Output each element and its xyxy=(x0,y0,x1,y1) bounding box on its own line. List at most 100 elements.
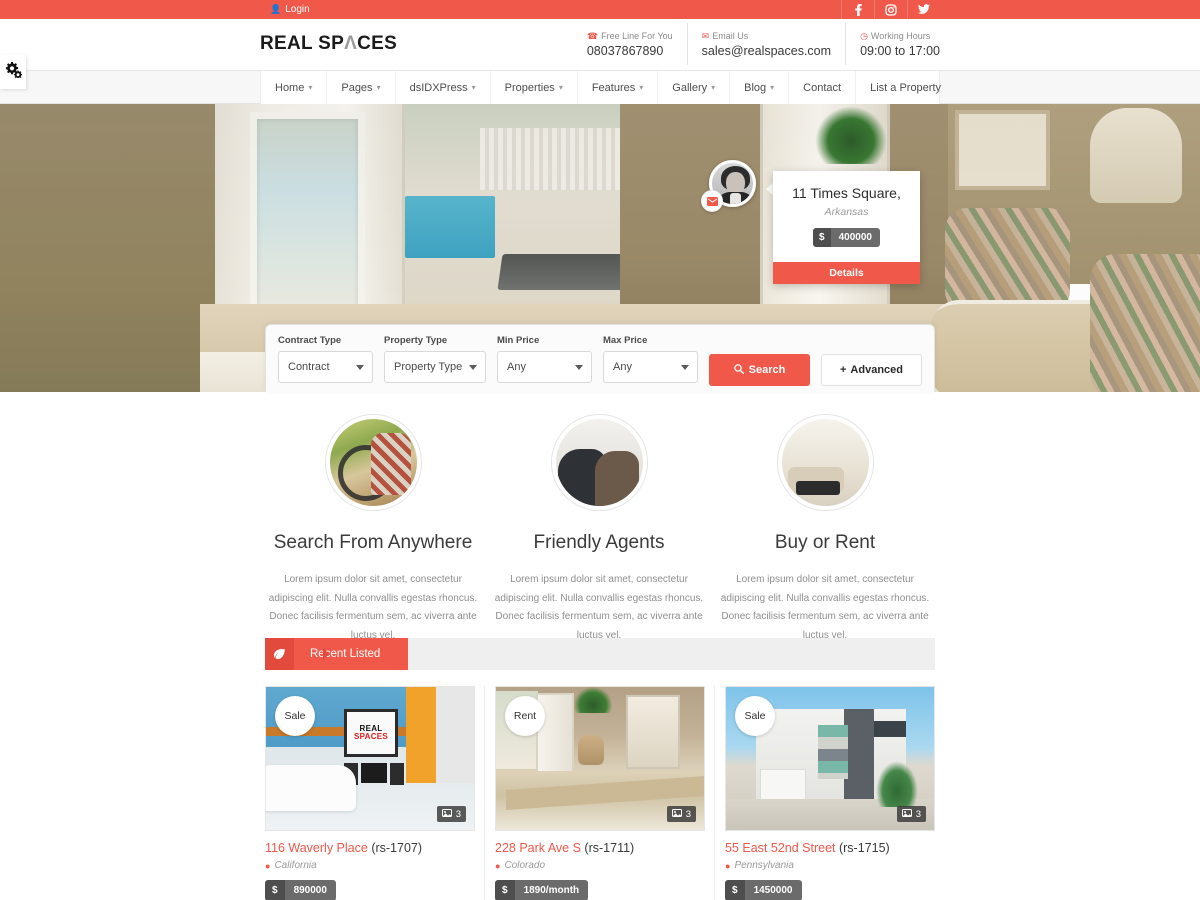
chevron-down-icon xyxy=(681,365,689,370)
listing-body: 116 Waverly Place (rs-1707) ● California… xyxy=(265,831,475,900)
max-price-select[interactable]: Any xyxy=(603,351,698,383)
listing-price-value: 890000 xyxy=(284,880,336,900)
photo-count-value: 3 xyxy=(915,808,921,820)
gears-icon xyxy=(5,61,22,83)
bedroom-patio-photo[interactable]: Rent 3 xyxy=(495,686,705,831)
search-icon xyxy=(733,363,744,377)
search-field-min-price: Min Price Any xyxy=(497,335,592,383)
feature-text-1: Lorem ipsum dolor sit amet, consectetur … xyxy=(268,574,478,641)
listing-title-link[interactable]: 55 East 52nd Street xyxy=(725,841,836,855)
search-field-max-price: Max Price Any xyxy=(603,335,698,383)
listing-title: 55 East 52nd Street (rs-1715) xyxy=(725,841,935,855)
property-type-value: Property Type xyxy=(394,361,463,373)
modern-house-exterior-photo[interactable]: Sale 3 xyxy=(725,686,935,831)
logo-chevron-icon: Λ xyxy=(344,33,358,54)
contract-type-select[interactable]: Contract xyxy=(278,351,373,383)
listing-title-link[interactable]: 228 Park Ave S xyxy=(495,841,581,855)
twitter-icon[interactable] xyxy=(907,0,940,19)
advanced-button-label: Advanced xyxy=(850,364,903,376)
listing-photo-count: 3 xyxy=(896,806,926,822)
advanced-search-button[interactable]: + Advanced xyxy=(820,354,922,386)
contact-phone-value: 08037867890 xyxy=(586,43,664,58)
recent-listed-label-wrap: Recent Listed xyxy=(294,638,409,670)
facebook-icon[interactable] xyxy=(841,0,874,19)
nav-item-pages[interactable]: Pages ▾ xyxy=(327,71,396,104)
property-type-label: Property Type xyxy=(384,335,448,346)
hero-property-location: Arkansas xyxy=(824,206,869,218)
property-type-select[interactable]: Property Type xyxy=(384,351,486,383)
listing-location: ● California xyxy=(265,860,475,871)
nav-item-gallery[interactable]: Gallery ▾ xyxy=(658,71,731,104)
search-field-property-type: Property Type Property Type xyxy=(384,335,486,383)
listing-card: REAL SPACES Sale 3 116 Waverly Place (rs… xyxy=(265,686,485,900)
property-search-bar: Contract Type Contract Property Type Pro… xyxy=(265,324,935,392)
hero-property-card-body: 11 Times Square, Arkansas $ 400000 xyxy=(773,171,920,247)
contact-email-value[interactable]: sales@realspaces.com xyxy=(702,44,831,58)
listing-code: (rs-1715) xyxy=(838,841,890,855)
nav-item-features[interactable]: Features ▾ xyxy=(578,71,659,104)
leaf-icon xyxy=(265,638,294,670)
nav-item-list-a-property[interactable]: List a Property xyxy=(856,71,955,104)
listing-divider xyxy=(714,686,715,900)
listing-price: $ 1890/month xyxy=(495,880,589,900)
feature-friendly-agents: Friendly Agents Lorem ipsum dolor sit am… xyxy=(486,415,712,645)
feature-text-2: Lorem ipsum dolor sit amet, consectetur … xyxy=(494,574,704,641)
contact-hours-label-row: ◷ Working Hours xyxy=(860,31,940,42)
min-price-value: Any xyxy=(507,361,526,373)
blue-living-room-photo[interactable]: REAL SPACES Sale 3 xyxy=(265,686,475,831)
min-price-select[interactable]: Any xyxy=(497,351,592,383)
chevron-down-icon: ▾ xyxy=(308,83,313,92)
envelope-badge-icon[interactable] xyxy=(701,190,723,212)
settings-panel-toggle[interactable] xyxy=(0,55,26,89)
photo-count-value: 3 xyxy=(685,808,691,820)
nav-item-home[interactable]: Home ▾ xyxy=(261,71,328,104)
feature-buy-or-rent: Buy or Rent Lorem ipsum dolor sit amet, … xyxy=(712,415,938,645)
nav-item-dsidxpress[interactable]: dsIDXPress ▾ xyxy=(396,71,491,104)
photo-icon xyxy=(901,808,912,820)
hero-details-button[interactable]: Details xyxy=(773,262,920,284)
photo-count-value: 3 xyxy=(455,808,461,820)
search-button-label: Search xyxy=(748,364,786,376)
listing-price-currency: $ xyxy=(495,880,515,900)
listing-location-value: Pennsylvania xyxy=(734,860,794,871)
chevron-down-icon: ▾ xyxy=(471,83,476,92)
top-bar-inner: 👤 Login xyxy=(260,0,940,19)
chevron-down-icon: ▾ xyxy=(770,83,775,92)
listing-location: ● Colorado xyxy=(495,860,705,871)
search-button[interactable]: Search xyxy=(709,354,810,386)
social-links xyxy=(841,0,940,19)
chevron-down-icon xyxy=(575,365,583,370)
contact-hours: ◷ Working Hours 09:00 to 17:00 xyxy=(845,23,940,65)
nav-item-contact[interactable]: Contact xyxy=(789,71,857,104)
recent-listed-label: Recent Listed xyxy=(310,648,381,660)
listing-title: 228 Park Ave S (rs-1711) xyxy=(495,841,705,855)
listing-status-badge: Sale xyxy=(735,696,775,736)
listing-body: 55 East 52nd Street (rs-1715) ● Pennsylv… xyxy=(725,831,935,900)
contact-hours-label: Working Hours xyxy=(870,31,931,41)
listing-price-value: 1450000 xyxy=(744,880,802,900)
search-field-contract-type: Contract Type Contract xyxy=(278,335,373,383)
envelope-icon: ✉ xyxy=(701,30,710,41)
photo-icon xyxy=(441,808,452,820)
listing-location: ● Pennsylvania xyxy=(725,860,935,871)
nav-item-blog[interactable]: Blog ▾ xyxy=(730,71,790,104)
site-logo[interactable]: REAL SPΛCES xyxy=(260,33,397,55)
contact-email: ✉ Email Us sales@realspaces.com xyxy=(686,23,845,65)
contact-email-label-row: ✉ Email Us xyxy=(702,31,831,42)
hero-property-card: 11 Times Square, Arkansas $ 400000 Detai… xyxy=(773,171,920,284)
art-line-2: SPACES xyxy=(353,732,389,741)
instagram-icon[interactable] xyxy=(874,0,907,19)
recent-listed-header: Recent Listed xyxy=(265,638,935,670)
hero-price-currency: $ xyxy=(813,228,831,247)
login-button[interactable]: 👤 Login xyxy=(260,0,322,19)
nav-item-properties[interactable]: Properties ▾ xyxy=(491,71,578,104)
tag-arrow xyxy=(323,648,329,660)
logo-text-part1: REAL SP xyxy=(260,33,345,54)
site-header: REAL SPΛCES ☎ Free Line For You 08037867… xyxy=(0,19,1200,70)
phone-icon: ☎ xyxy=(586,30,599,41)
features-row: Search From Anywhere Lorem ipsum dolor s… xyxy=(260,392,940,645)
photo-icon xyxy=(671,808,682,820)
listing-title-link[interactable]: 116 Waverly Place xyxy=(265,841,368,855)
location-pin-icon: ● xyxy=(265,860,271,871)
header-inner: REAL SPΛCES ☎ Free Line For You 08037867… xyxy=(260,19,940,70)
